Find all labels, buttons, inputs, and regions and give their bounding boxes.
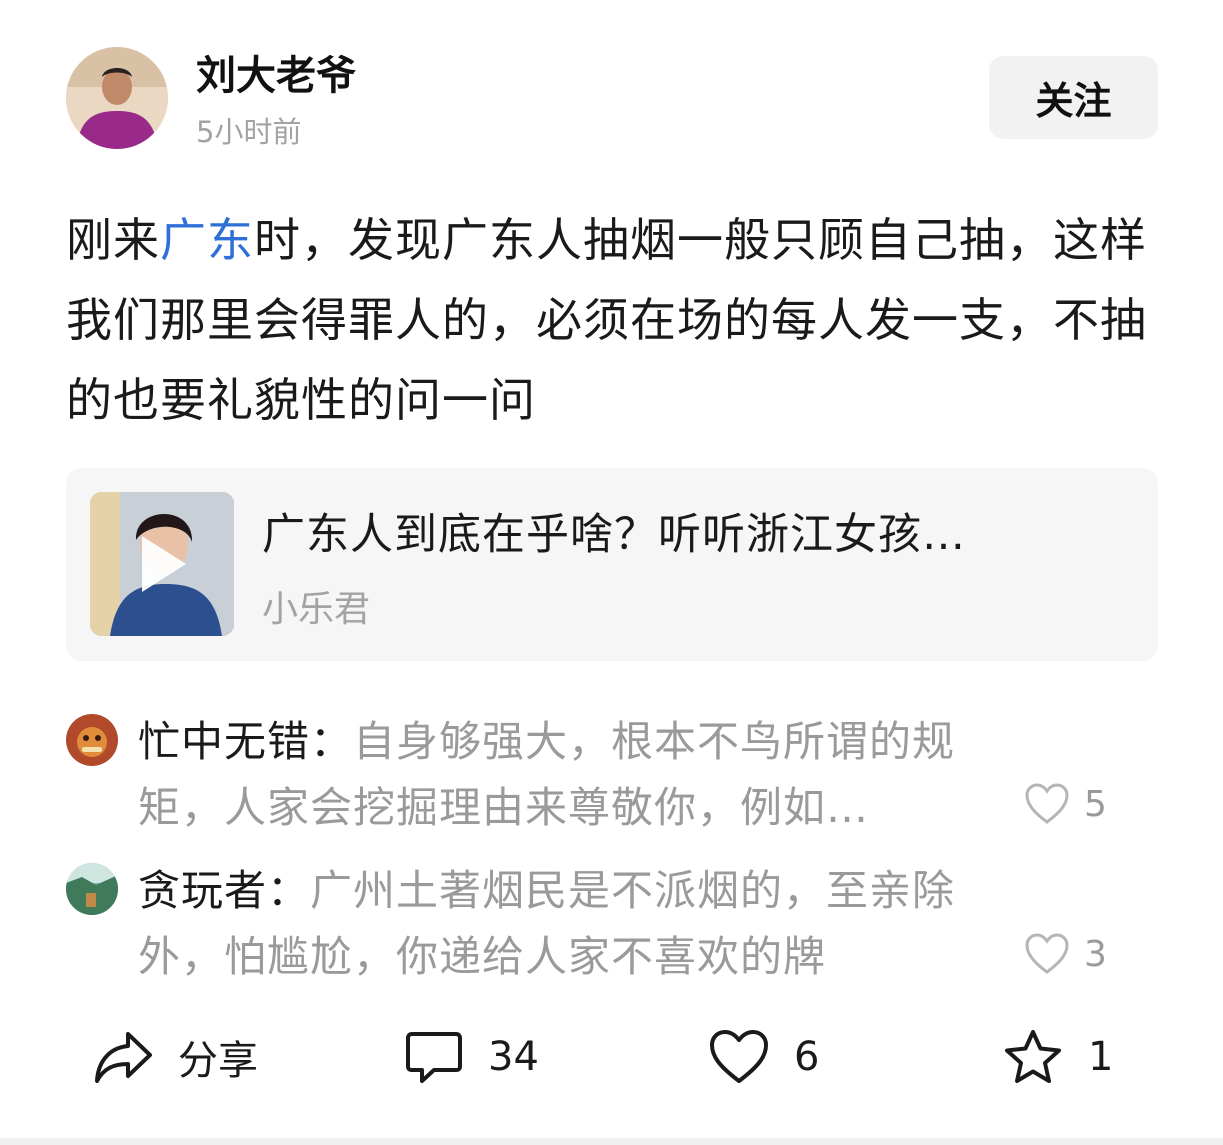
comment-like-count: 5 <box>1084 783 1107 825</box>
star-icon <box>1005 1030 1061 1083</box>
heart-icon <box>710 1030 768 1083</box>
comment-text: 忙中无错：自身够强大，根本不鸟所谓的规矩，人家会挖掘理由来尊敬你，例如… <box>138 709 968 841</box>
comment-avatar-image <box>66 863 118 915</box>
comment-text: 贪玩者：广州土著烟民是不派烟的，至亲除外，怕尴尬，你递给人家不喜欢的牌 <box>138 858 968 990</box>
author-avatar[interactable] <box>66 47 168 149</box>
post-text-before: 刚来 <box>66 213 160 267</box>
topic-link[interactable]: 广东 <box>160 213 254 267</box>
bottom-divider <box>0 1138 1223 1145</box>
avatar-image <box>66 47 168 149</box>
comment-fade-overlay <box>870 930 980 990</box>
video-card[interactable]: 广东人到底在乎啥？听听浙江女孩… 小乐君 <box>66 468 1158 661</box>
share-label: 分享 <box>178 1038 258 1084</box>
favorite-button[interactable]: 1 <box>1002 1028 1113 1086</box>
comment-count: 34 <box>488 1034 539 1080</box>
favorite-count: 1 <box>1088 1034 1114 1080</box>
author-name[interactable]: 刘大老爷 <box>196 50 356 102</box>
comment-user[interactable]: 忙中无错： <box>138 717 353 766</box>
comment-avatar-image <box>66 714 118 766</box>
post-text: 刚来广东时，发现广东人抽烟一般只顾自己抽，这样我们那里会得罪人的，必须在场的每人… <box>66 200 1166 440</box>
video-source: 小乐君 <box>262 589 371 630</box>
comment-user[interactable]: 贪玩者： <box>138 866 310 915</box>
heart-icon <box>1025 933 1069 974</box>
video-title: 广东人到底在乎啥？听听浙江女孩… <box>262 510 966 560</box>
comment-like-button[interactable]: 3 <box>1024 932 1107 976</box>
video-thumbnail[interactable] <box>90 492 234 636</box>
post-time: 5小时前 <box>196 115 302 149</box>
comment-like-button[interactable]: 5 <box>1024 782 1107 826</box>
comment-button[interactable]: 34 <box>404 1028 539 1086</box>
comment-icon <box>406 1032 462 1083</box>
like-count: 6 <box>794 1034 820 1080</box>
follow-button[interactable]: 关注 <box>989 56 1158 139</box>
video-thumbnail-image <box>90 492 234 636</box>
comment-avatar[interactable] <box>66 714 118 766</box>
heart-icon <box>1025 783 1069 824</box>
like-button[interactable]: 6 <box>708 1028 819 1086</box>
comment-avatar[interactable] <box>66 863 118 915</box>
share-button[interactable]: 分享 <box>92 1028 258 1086</box>
share-icon <box>95 1032 152 1083</box>
comment-like-count: 3 <box>1084 933 1107 975</box>
